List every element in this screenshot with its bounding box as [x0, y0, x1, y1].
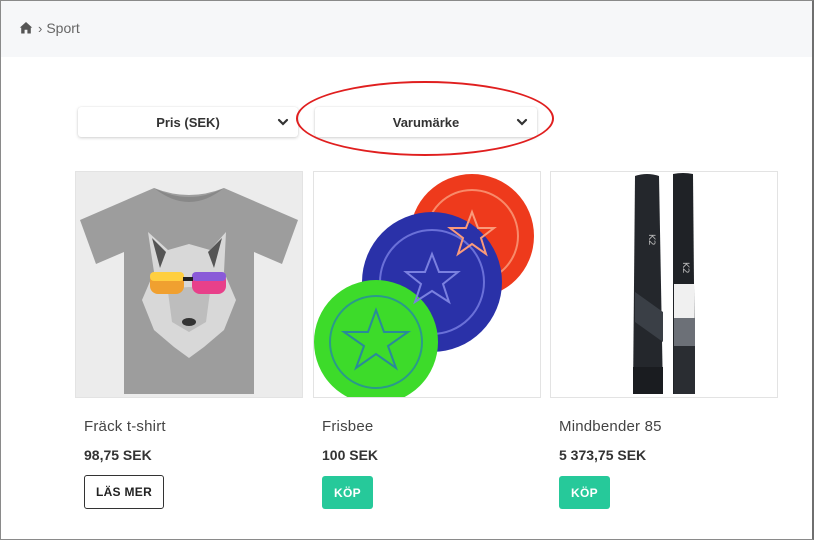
product-name[interactable]: Mindbender 85	[559, 418, 662, 435]
wolf-tshirt-image	[76, 172, 302, 397]
read-more-button[interactable]: LÄS MER	[84, 475, 164, 509]
svg-text:K2: K2	[646, 234, 656, 246]
breadcrumb-current[interactable]: Sport	[46, 20, 79, 36]
home-icon[interactable]	[19, 21, 33, 35]
buy-button[interactable]: KÖP	[559, 476, 610, 509]
svg-text:K2: K2	[680, 262, 690, 274]
price-filter-label: Pris (SEK)	[156, 114, 220, 130]
breadcrumb-separator: ›	[38, 20, 43, 36]
product-price: 98,75 SEK	[84, 447, 152, 463]
product-name[interactable]: Fräck t-shirt	[84, 418, 166, 435]
buy-button[interactable]: KÖP	[322, 476, 373, 509]
product-price: 5 373,75 SEK	[559, 447, 647, 463]
product-name[interactable]: Frisbee	[322, 418, 373, 435]
frisbee-image	[314, 172, 540, 397]
breadcrumb: › Sport	[19, 20, 80, 36]
ski-image: K2 K2	[551, 172, 777, 397]
price-filter-dropdown[interactable]: Pris (SEK)	[78, 107, 298, 137]
product-image-ski[interactable]: K2 K2	[550, 171, 778, 398]
highlight-annotation	[296, 81, 554, 156]
top-bar	[1, 1, 812, 57]
product-price: 100 SEK	[322, 447, 379, 463]
product-image-tshirt[interactable]	[75, 171, 303, 398]
product-image-frisbee[interactable]	[313, 171, 541, 398]
chevron-down-icon	[277, 118, 289, 126]
